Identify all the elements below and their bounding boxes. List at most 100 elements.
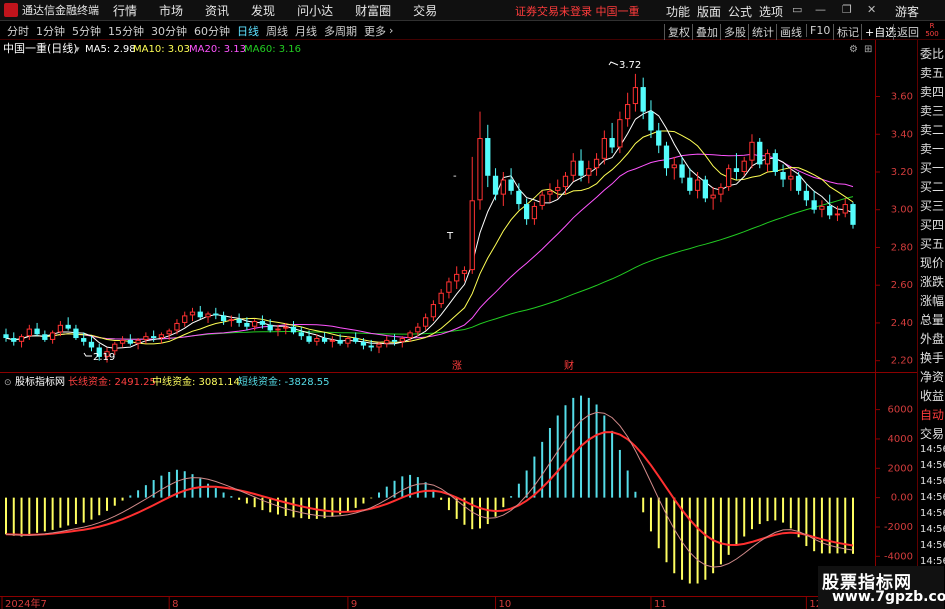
tab-5min[interactable]: 5分钟 [72,23,101,39]
price-tick-label: 2.60 [891,280,913,291]
candle-body [516,190,522,205]
tab-draw[interactable]: 画线 [776,24,802,40]
candle-body [228,319,234,322]
candle-body [415,326,421,333]
candle-body [523,204,530,220]
candle-body [586,168,592,176]
tab-weekly[interactable]: 周线 [266,23,288,39]
candle-body [593,158,600,169]
tab-mark[interactable]: 标记 [833,24,859,40]
menu-item-function[interactable]: 功能 [666,3,690,20]
auto-button[interactable]: 自动 [920,406,945,423]
label-outer-volume: 外盘 [920,332,945,346]
menu-item-trade[interactable]: 交易 [413,2,437,19]
watermark-url: www.7gpzb.com [832,589,945,605]
candle-body [112,343,118,352]
menu-item-news[interactable]: 资讯 [205,2,229,19]
candle-body [648,111,654,131]
candle-body [151,336,157,339]
candle-body [562,175,569,188]
candle-body [337,339,343,344]
dropdown-icon[interactable]: ▾ [75,45,80,55]
candle-body [391,339,398,342]
back-button[interactable]: 返回 [893,24,919,40]
app-title: 通达信金融终端 [22,4,99,17]
tab-adjust[interactable]: 复权 [664,24,690,40]
candle-body [718,187,724,195]
candle-body [345,338,351,344]
candle-body [197,311,203,318]
tab-intraday[interactable]: 分时 [7,23,29,39]
chart-zoom-icon[interactable]: ⊞ [864,44,872,55]
tab-statistics[interactable]: 统计 [748,24,774,40]
candle-body [220,315,227,322]
candle-body [726,168,732,188]
limit-up-mark[interactable]: 涨 [452,360,462,372]
tab-monthly[interactable]: 月线 [295,23,317,39]
tab-15min[interactable]: 15分钟 [108,23,144,39]
label-net-assets: 净资 [920,370,945,384]
label-bid-2: 买二 [920,180,945,194]
candle-body [3,334,9,339]
menu-item-formula[interactable]: 公式 [728,3,752,20]
restore-icon[interactable]: ❐ [842,3,852,16]
tab-multi-period[interactable]: 多周期 [324,23,357,39]
tab-30min[interactable]: 30分钟 [151,23,187,39]
candle-body [376,343,382,348]
menu-item-exchange[interactable]: 市场 [159,2,183,19]
t-signal-mark: T [446,231,454,242]
trade-button[interactable]: 交易 [920,425,945,442]
menu-item-discover[interactable]: 发现 [251,2,275,19]
candle-body [244,322,250,327]
tab-overlay[interactable]: 叠加 [692,24,718,40]
tick-time: 14:56 [920,476,945,487]
candle-body [834,213,841,216]
label-bid-4: 买四 [920,218,945,232]
minimize-icon[interactable]: — [815,3,826,16]
menu-item-options[interactable]: 选项 [759,3,783,20]
add-favorite-button[interactable]: +自选 [861,24,896,40]
chart-settings-icon[interactable]: ⚙ [849,44,858,55]
tab-f10[interactable]: F10 [806,24,830,37]
tab-more[interactable]: 更多 [364,23,386,39]
candle-body [625,104,631,120]
price-tick-label: 2.40 [891,318,913,329]
date-tick-label: 10 [499,599,512,609]
candle-body [407,332,413,339]
candle-body [49,332,56,340]
candle-body [632,87,639,105]
label-order-ratio: 委比 [920,47,945,61]
menu-bar: 通达信金融终端 行情 市场 资讯 发现 问小达 财富圈 交易 证券交易未登录 中… [0,0,945,21]
candle-body [477,138,483,201]
tab-1min[interactable]: 1分钟 [36,23,65,39]
chevron-right-icon[interactable]: › [389,24,393,37]
label-bid-5: 买五 [920,237,945,251]
tab-60min[interactable]: 60分钟 [194,23,230,39]
tab-multi-stock[interactable]: 多股 [720,24,746,40]
chart-background [0,40,917,609]
low-price-label: 2.19 [93,352,115,363]
indicator-dropdown-icon[interactable]: ⊙ [4,378,12,388]
menu-item-market[interactable]: 行情 [113,2,137,19]
candle-body [446,281,452,293]
indicator-tick-label: -4000 [884,551,913,562]
candle-body [640,87,646,112]
candle-body [469,200,475,271]
candle-body [205,313,211,318]
label-ask-4: 卖四 [920,85,945,99]
ma60-legend: MA60: 3.16 [244,44,301,55]
financial-event-mark[interactable]: 财 [564,359,574,372]
close-icon[interactable]: ✕ [867,3,876,16]
kline-chart[interactable]: 中国一重(日线) ▾ MA5: 2.98 MA10: 3.03 MA20: 3.… [0,40,917,609]
candle-body [663,145,670,169]
panel-icon[interactable]: ▭ [792,3,802,16]
candle-body [430,304,437,318]
tab-daily[interactable]: 日线 [237,23,259,39]
candle-body [454,273,460,282]
guest-user[interactable]: 游客 [895,3,919,20]
menu-item-layout[interactable]: 版面 [697,3,721,20]
candle-body [539,194,545,206]
menu-item-wealth-circle[interactable]: 财富圈 [355,2,391,19]
menu-item-ask[interactable]: 问小达 [297,2,333,19]
candle-body [57,324,64,333]
